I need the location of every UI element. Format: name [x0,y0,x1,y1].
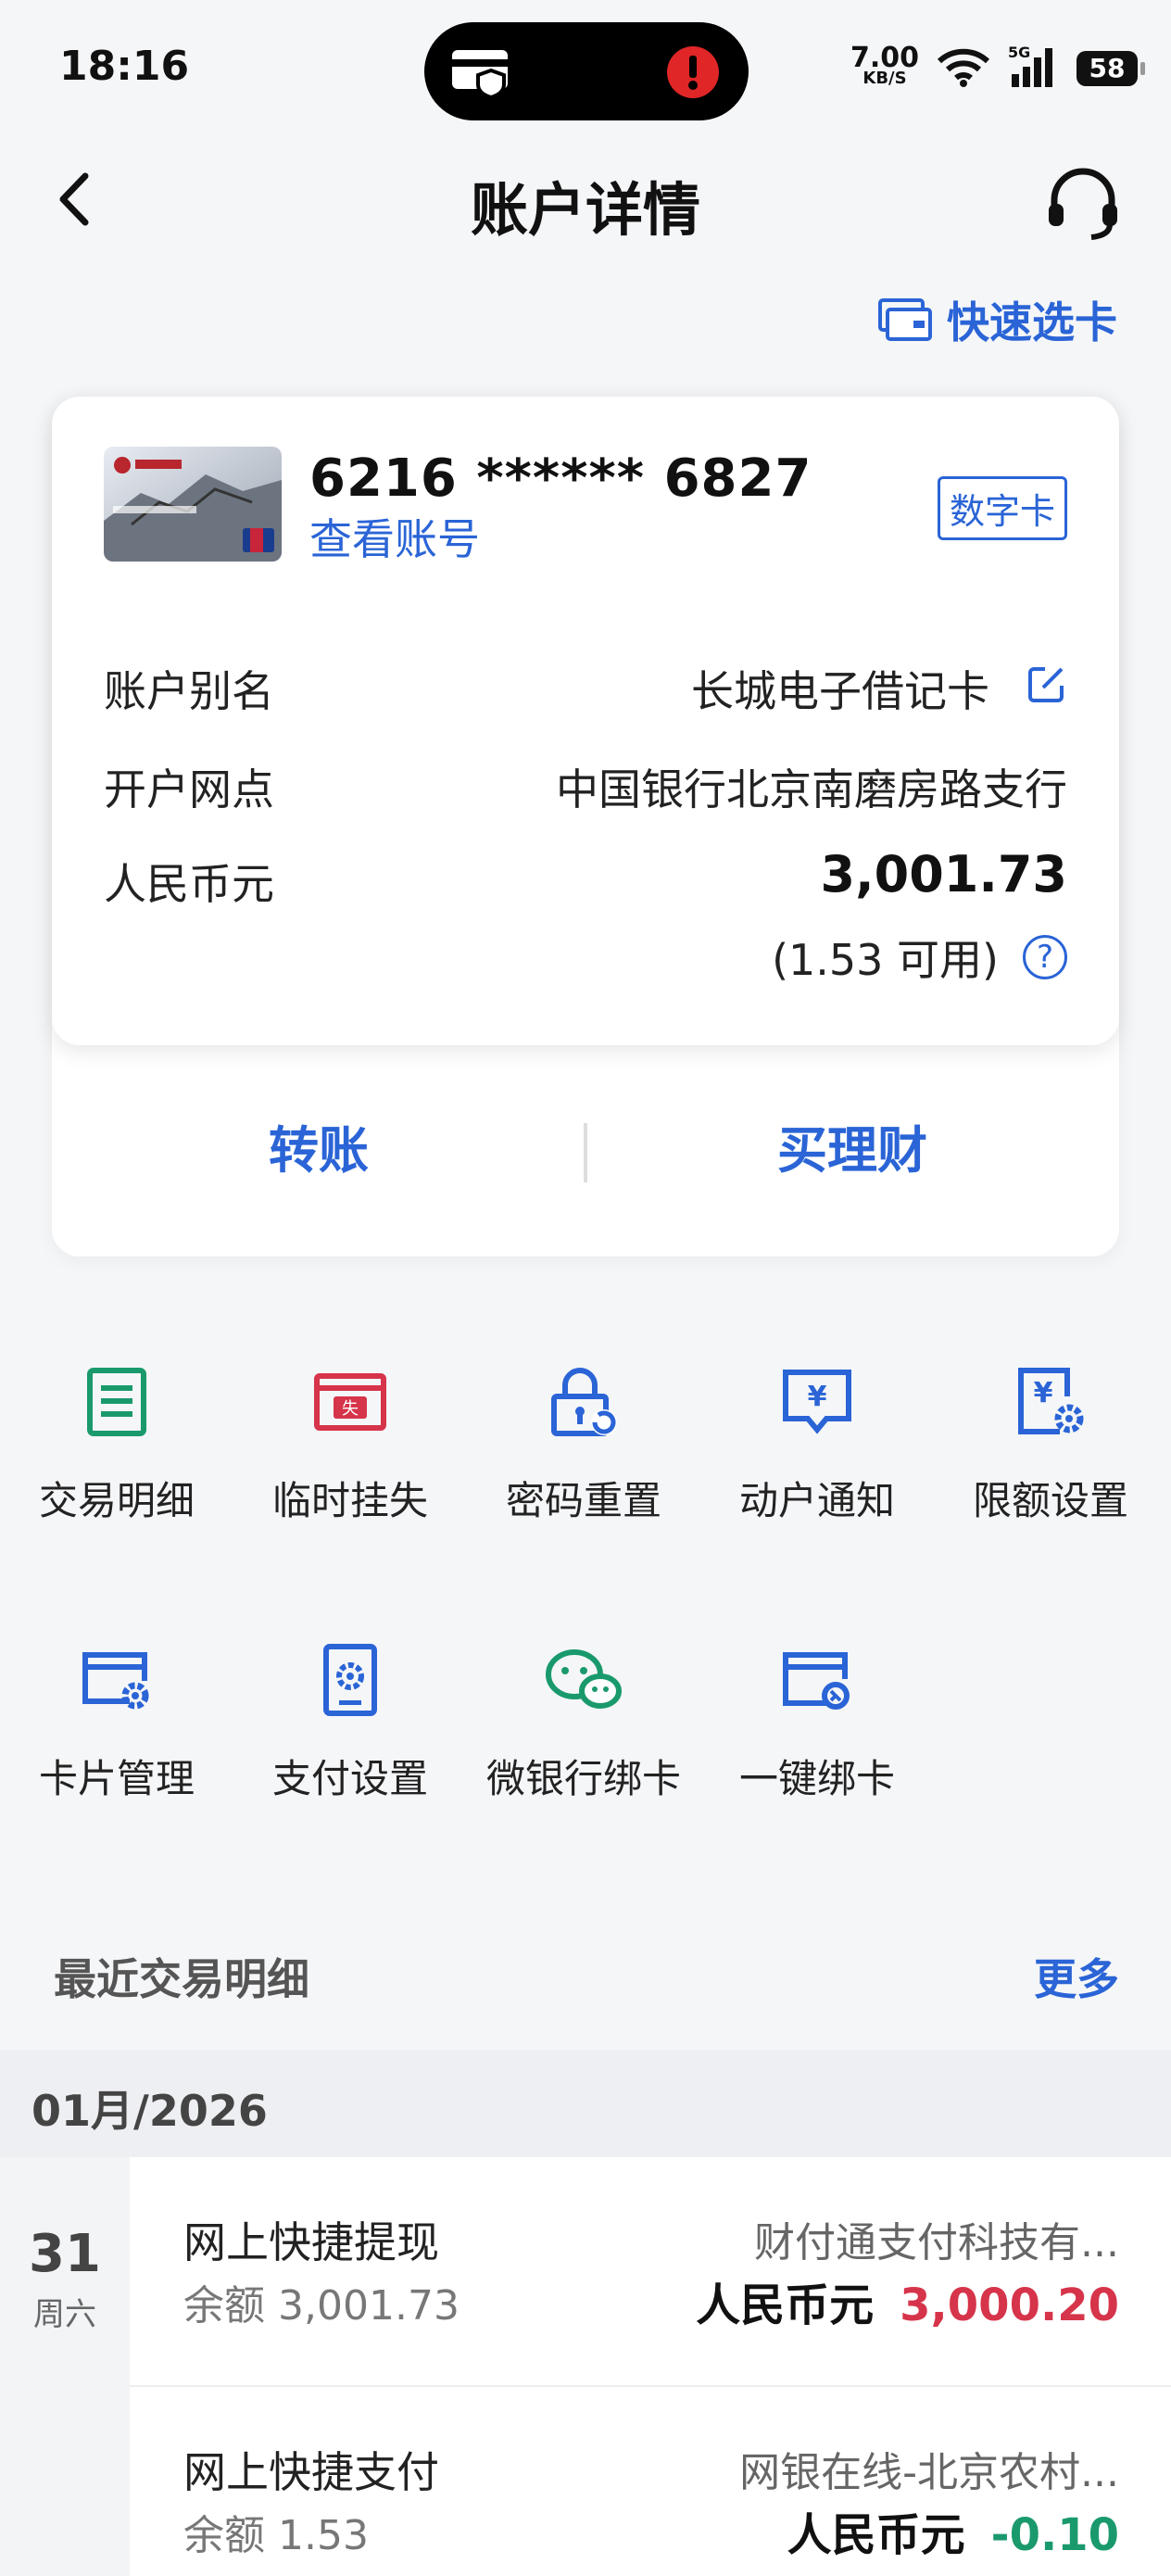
date-column: 31 周六 [0,2157,130,2576]
service-wechat-bind[interactable]: 微银行绑卡 [467,1638,700,1804]
service-label: 临时挂失 [271,1478,428,1523]
status-icons: 7.00 KB/S 5G 58 [850,44,1145,93]
bind-card-icon [700,1638,934,1722]
buy-wealth-button[interactable]: 买理财 [586,1045,1119,1256]
card-shield-icon [450,46,517,102]
balance-amount: 3,001.73 [820,845,1067,903]
alias-label: 账户别名 [104,666,274,716]
day-number: 31 [29,2224,101,2284]
svg-text:¥: ¥ [1034,1377,1053,1409]
service-label: 密码重置 [505,1478,661,1523]
currency-label: 人民币元 [104,859,274,909]
month-header: 01月/2026 [0,2050,1171,2157]
quick-select-label: 快速选卡 [947,297,1117,347]
list-item[interactable]: 网上快捷提现 余额 3,001.73 财付通支付科技有... 人民币元 3,000… [130,2157,1171,2387]
service-label: 微银行绑卡 [485,1756,681,1801]
recent-transactions-title: 最近交易明细 [54,1954,309,2004]
amount-value: 3,000.20 [900,2279,1119,2331]
card-image [104,447,282,562]
service-label: 支付设置 [271,1756,428,1801]
signal-5g-icon: 5G [1008,44,1060,93]
service-label: 动户通知 [738,1478,895,1523]
cards-icon [878,298,932,341]
branch-value: 中国银行北京南磨房路支行 [556,764,1067,814]
account-info-panel: 6216 ****** 6827 查看账号 数字卡 账户别名 长城电子借记卡 开… [52,397,1119,1045]
transaction-amount: 人民币元 3,000.20 [696,2268,1119,2333]
transaction-balance: 余额 1.53 [183,2502,369,2561]
status-time: 18:16 [59,43,190,90]
service-card-management[interactable]: 卡片管理 [0,1638,233,1804]
counterparty: 网银在线-北京农村... [739,2449,1119,2496]
view-account-number-link[interactable]: 查看账号 [309,506,480,567]
service-label: 卡片管理 [38,1756,195,1801]
edit-alias-button[interactable] [1026,663,1067,714]
service-report-loss[interactable]: 失 临时挂失 [233,1360,467,1526]
amount-currency: 人民币元 [696,2279,875,2331]
transaction-name: 网上快捷支付 [183,2447,439,2497]
service-label: 交易明细 [38,1478,195,1523]
loss-report-icon: 失 [233,1360,467,1444]
service-one-click-bind[interactable]: 一键绑卡 [700,1638,934,1804]
payment-settings-icon [233,1638,467,1722]
amount-value: -0.10 [990,2509,1119,2561]
app-screen: 18:16 7.00 KB/S 5G 58 账户详情 快速选卡 6216 ***… [0,0,1171,2576]
balance-value: 3,001.73 [278,2282,460,2330]
counterparty: 财付通支付科技有... [754,2219,1119,2267]
alias-value-group: 长城电子借记卡 [691,658,1067,719]
balance-label: 余额 [183,2282,265,2330]
transaction-list: 31 周六 网上快捷提现 余额 3,001.73 财付通支付科技有... 人民币… [0,2157,1171,2576]
available-balance: (1.53 可用) ? [772,927,1067,988]
notify-icon: ¥ [700,1360,934,1444]
edit-icon [1028,666,1064,702]
wifi-icon [936,46,991,91]
list-item[interactable]: 网上快捷支付 余额 1.53 网银在线-北京农村... 人民币元 -0.10 [130,2387,1171,2576]
wechat-icon [467,1638,700,1722]
service-password-reset[interactable]: 密码重置 [467,1360,700,1526]
balance-label: 余额 [183,2512,265,2559]
weekday-label: 周六 [33,2296,96,2333]
service-limit-settings[interactable]: ¥ 限额设置 [934,1360,1167,1526]
transfer-button[interactable]: 转账 [52,1045,586,1256]
net-speed: 7.00 KB/S [850,44,919,89]
branch-label: 开户网点 [104,764,274,814]
more-link[interactable]: 更多 [1034,1946,1119,2007]
balance-value: 1.53 [278,2512,369,2559]
quick-select-card-button[interactable]: 快速选卡 [876,289,1117,350]
svg-text:¥: ¥ [808,1381,827,1413]
headset-icon [1049,168,1117,240]
battery-icon: 58 [1077,51,1145,86]
list-icon [0,1360,233,1444]
alias-value: 长城电子借记卡 [691,666,989,716]
month-label: 01月/2026 [31,2086,268,2136]
alert-icon [663,43,723,106]
account-card: 6216 ****** 6827 查看账号 数字卡 账户别名 长城电子借记卡 开… [52,397,1119,1256]
status-bar: 18:16 7.00 KB/S 5G 58 [0,0,1171,139]
nav-bar: 账户详情 [0,139,1171,259]
transaction-balance: 余额 3,001.73 [183,2272,460,2331]
service-label: 限额设置 [972,1478,1128,1523]
digital-card-badge: 数字卡 [937,476,1067,540]
svg-text:失: 失 [342,1399,359,1419]
svg-text:5G: 5G [1008,44,1030,61]
service-transaction-detail[interactable]: 交易明细 [0,1360,233,1526]
card-actions: 转账 买理财 [52,1045,1119,1256]
limit-settings-icon: ¥ [934,1360,1167,1444]
service-activity-notify[interactable]: ¥ 动户通知 [700,1360,934,1526]
lock-reset-icon [467,1360,700,1444]
account-number: 6216 ****** 6827 [309,448,812,509]
transaction-amount: 人民币元 -0.10 [787,2498,1119,2563]
page-title: 账户详情 [470,176,700,244]
transaction-name: 网上快捷提现 [183,2217,439,2267]
available-amount: (1.53 可用) [772,935,999,985]
service-label: 一键绑卡 [738,1756,895,1801]
customer-service-button[interactable] [1041,161,1125,245]
help-icon[interactable]: ? [1023,935,1067,979]
service-payment-settings[interactable]: 支付设置 [233,1638,467,1804]
dynamic-island [424,22,749,120]
amount-currency: 人民币元 [787,2509,965,2561]
card-manage-icon [0,1638,233,1722]
